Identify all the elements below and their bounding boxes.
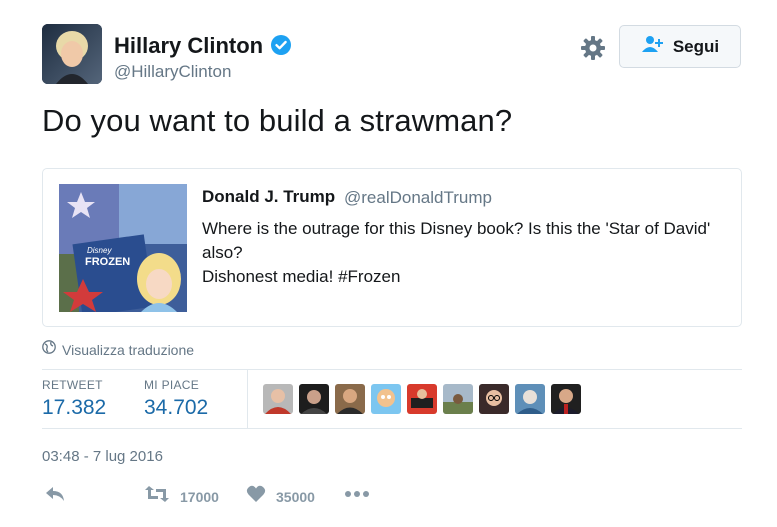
liker-avatar[interactable]: [263, 384, 293, 414]
like-button[interactable]: 35000: [246, 485, 315, 508]
like-stat-value[interactable]: 34.702: [144, 396, 208, 420]
globe-icon: [42, 340, 56, 359]
retweet-stat-value[interactable]: 17.382: [42, 396, 106, 420]
image-title-text: FROZEN: [85, 256, 131, 268]
quoted-tweet-image[interactable]: Disney FROZEN: [59, 184, 187, 312]
tweet-text: Do you want to build a strawman?: [42, 103, 513, 138]
image-brand-text: Disney: [87, 246, 112, 255]
retweet-count: 17000: [180, 488, 219, 505]
author-handle[interactable]: @HillaryClinton: [114, 62, 231, 82]
quoted-tweet-text: Where is the outrage for this Disney boo…: [202, 217, 722, 289]
retweet-button[interactable]: 17000: [144, 485, 219, 508]
follow-button-label: Segui: [672, 36, 720, 56]
stats-bottom-divider: [42, 428, 742, 429]
gear-icon[interactable]: [580, 35, 606, 61]
heart-icon: [246, 485, 266, 508]
liker-avatar[interactable]: [407, 384, 437, 414]
liker-avatar[interactable]: [299, 384, 329, 414]
retweet-icon: [144, 485, 170, 508]
verified-badge-icon: [270, 34, 292, 56]
stats-top-divider: [42, 369, 742, 370]
follow-button[interactable]: Segui: [619, 25, 741, 68]
translate-link[interactable]: Visualizza traduzione: [42, 340, 194, 359]
quoted-tweet-card[interactable]: Disney FROZEN Donald J. Trump @realDonal…: [42, 168, 742, 327]
liker-avatar[interactable]: [371, 384, 401, 414]
liker-avatar[interactable]: [335, 384, 365, 414]
more-dots-icon: [344, 485, 370, 508]
liker-avatar[interactable]: [479, 384, 509, 414]
quoted-tweet-text-line-1: Where is the outrage for this Disney boo…: [202, 219, 711, 262]
liker-avatar[interactable]: [551, 384, 581, 414]
quoted-tweet-text-line-2: Dishonest media! #Frozen: [202, 267, 401, 286]
reply-button[interactable]: [44, 485, 66, 508]
liker-avatar[interactable]: [443, 384, 473, 414]
add-user-icon: [641, 35, 665, 58]
liker-avatar[interactable]: [515, 384, 545, 414]
author-avatar[interactable]: [42, 24, 102, 84]
tweet-timestamp[interactable]: 03:48 - 7 lug 2016: [42, 448, 163, 465]
reply-icon: [44, 485, 66, 508]
more-button[interactable]: [344, 485, 370, 508]
author-name[interactable]: Hillary Clinton: [114, 33, 263, 59]
stats-vertical-divider: [247, 369, 248, 428]
retweet-stat-label: RETWEET: [42, 378, 103, 392]
quoted-author-handle[interactable]: @realDonaldTrump: [344, 188, 492, 208]
like-count: 35000: [276, 488, 315, 505]
translate-label: Visualizza traduzione: [62, 341, 195, 358]
quoted-author-name[interactable]: Donald J. Trump: [202, 187, 335, 207]
like-stat-label: MI PIACE: [144, 378, 200, 392]
